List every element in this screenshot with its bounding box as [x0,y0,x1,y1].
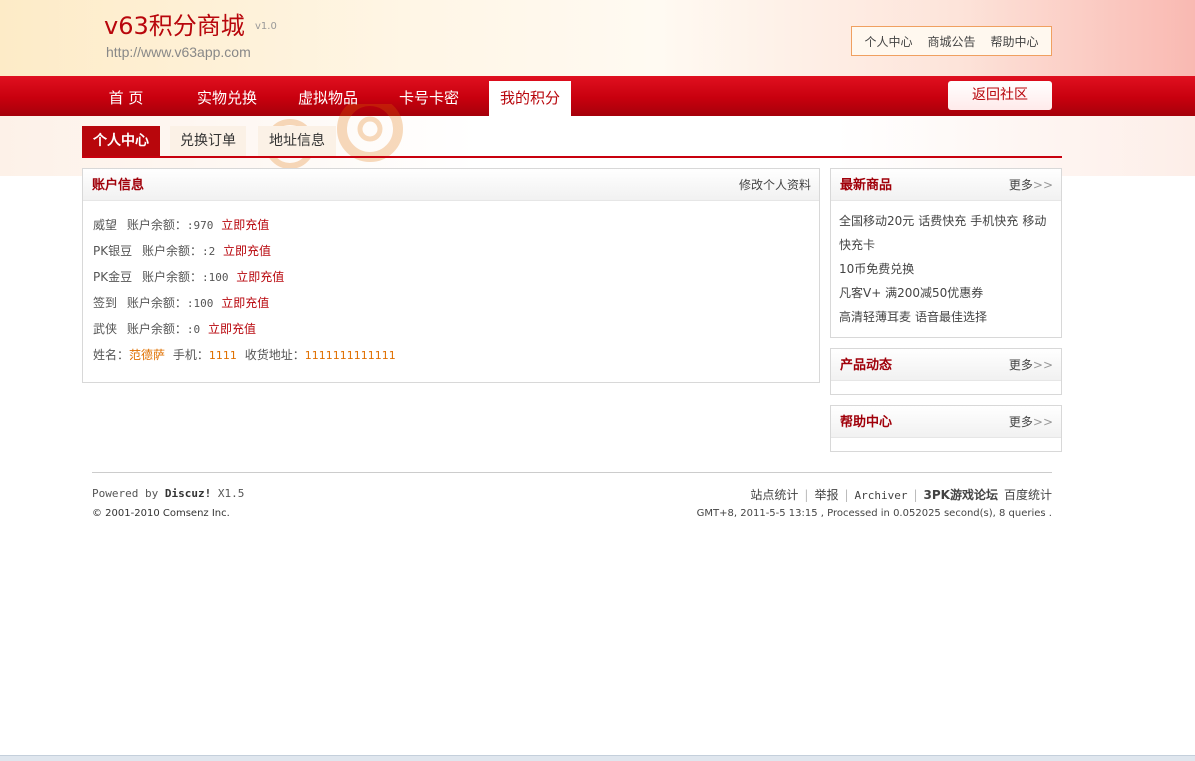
more-link[interactable]: 更多>> [1009,349,1053,381]
more-link[interactable]: 更多>> [1009,406,1053,438]
footer-link-baidu-stats[interactable]: 百度统计 [1004,488,1052,502]
powered-brand-link[interactable]: Discuz! [165,487,211,500]
list-item[interactable]: 10币免费兑换 [839,262,914,276]
double-chevron-icon: >> [1032,178,1053,192]
profile-row: 姓名：范德萨 手机：1111 收货地址：1111111111111 [93,346,396,363]
points-value: :970 [186,219,214,232]
recharge-link[interactable]: 立即充值 [208,322,256,336]
footer-link-stats[interactable]: 站点统计 [750,488,798,502]
account-row: 签到 账户余额：:100 立即充值 [93,294,269,311]
account-row: 武侠 账户余额：:0 立即充值 [93,320,256,337]
points-name: 威望 [93,218,118,232]
toplink-announcement[interactable]: 商城公告 [927,33,975,50]
product-news-panel: 产品动态 更多>> [830,348,1062,395]
list-item[interactable]: 凡客V+ 满200减50优惠券 [839,286,983,300]
address-label: 收货地址： [244,348,305,362]
more-link[interactable]: 更多>> [1009,169,1053,201]
latest-products-panel: 最新商品 更多>> 全国移动20元 话费快充 手机快充 移动快充卡 10币免费兑换 凡… [830,168,1062,338]
profile-phone: 1111 [208,349,237,362]
latest-products-list: 全国移动20元 话费快充 手机快充 移动快充卡 10币免费兑换 凡客V+ 满200减5… [831,201,1061,329]
panel-title: 最新商品 [840,178,893,193]
help-center-header: 帮助中心 更多>> [831,406,1061,438]
powered-by: Powered by Discuz! X1.5 [92,487,244,500]
tab-personal-center[interactable]: 个人中心 [82,126,160,156]
phone-label: 手机： [172,348,209,362]
account-row: PK金豆 账户余额：:100 立即充值 [93,268,284,285]
points-name: 武侠 [93,322,118,336]
window-bottom-edge [0,755,1195,761]
points-name: 签到 [93,296,118,310]
points-name: PK金豆 [93,270,133,284]
footer-link-archiver[interactable]: Archiver [855,489,908,502]
toplink-personal-center[interactable]: 个人中心 [864,33,912,50]
points-name: PK银豆 [93,244,133,258]
subtab-bar: 个人中心 兑换订单 地址信息 [82,126,1062,158]
name-label: 姓名： [93,348,130,362]
top-links: 个人中心 商城公告 帮助中心 [851,26,1052,56]
list-item[interactable]: 全国移动20元 [839,214,914,228]
double-chevron-icon: >> [1032,415,1053,429]
balance-label: 账户余额： [141,244,202,258]
list-item[interactable]: 手机快充 [970,214,1018,228]
points-value: :100 [186,297,214,310]
panel-title: 账户信息 [92,178,145,193]
footer-links: 站点统计 | 举报 | Archiver | 3PK游戏论坛 百度统计 [750,486,1052,503]
edit-profile-link[interactable]: 修改个人资料 [739,169,811,201]
recharge-link[interactable]: 立即充值 [223,244,271,258]
profile-name: 范德萨 [129,348,166,362]
toplink-help-center[interactable]: 帮助中心 [991,33,1039,50]
site-url: http://www.v63app.com [106,44,251,60]
recharge-link[interactable]: 立即充值 [236,270,284,284]
balance-label: 账户余额： [126,322,187,336]
points-value: :0 [186,323,201,336]
powered-prefix: Powered by [92,487,159,500]
tab-exchange-orders[interactable]: 兑换订单 [170,126,246,156]
account-row: 威望 账户余额：:970 立即充值 [93,216,269,233]
footer-link-forum[interactable]: 3PK游戏论坛 [924,488,998,502]
recharge-link[interactable]: 立即充值 [221,296,269,310]
nav-my-points[interactable]: 我的积分 [489,81,571,116]
panel-title: 产品动态 [840,358,893,373]
list-item[interactable]: 语音最佳选择 [915,310,987,324]
points-value: :2 [201,245,216,258]
separator: | [913,488,918,502]
site-header: v63积分商城 v1.0 http://www.v63app.com 个人中心 … [0,0,1195,76]
powered-version: X1.5 [217,487,245,500]
site-version: v1.0 [255,21,277,32]
footer-link-report[interactable]: 举报 [814,488,838,502]
separator: | [804,488,809,502]
account-row: PK银豆 账户余额：:2 立即充值 [93,242,271,259]
double-chevron-icon: >> [1032,358,1053,372]
latest-panel-header: 最新商品 更多>> [831,169,1061,201]
account-panel-header: 账户信息 修改个人资料 [83,169,819,201]
balance-label: 账户余额： [126,296,187,310]
list-item[interactable]: 高清轻薄耳麦 [839,310,911,324]
help-center-panel: 帮助中心 更多>> [830,405,1062,452]
site-logo-title[interactable]: v63积分商城 [104,6,245,41]
product-news-header: 产品动态 更多>> [831,349,1061,381]
profile-address: 1111111111111 [304,349,396,362]
balance-label: 账户余额： [126,218,187,232]
nav-home[interactable]: 首 页 [96,81,156,116]
panel-title: 帮助中心 [840,415,893,430]
debug-info: GMT+8, 2011-5-5 13:15 , Processed in 0.0… [696,508,1052,519]
account-info-panel: 账户信息 修改个人资料 威望 账户余额：:970 立即充值 PK银豆 账户余额：… [82,168,820,383]
main-nav: 首 页 实物兑换 虚拟物品 卡号卡密 我的积分 返回社区 [0,76,1195,116]
recharge-link[interactable]: 立即充值 [221,218,269,232]
balance-label: 账户余额： [141,270,202,284]
tab-address-info[interactable]: 地址信息 [258,126,336,156]
list-item[interactable]: 话费快充 [918,214,966,228]
footer-divider [92,472,1052,473]
separator: | [844,488,849,502]
return-community-button[interactable]: 返回社区 [948,81,1052,110]
copyright: © 2001-2010 Comsenz Inc. [92,508,230,519]
points-value: :100 [201,271,229,284]
